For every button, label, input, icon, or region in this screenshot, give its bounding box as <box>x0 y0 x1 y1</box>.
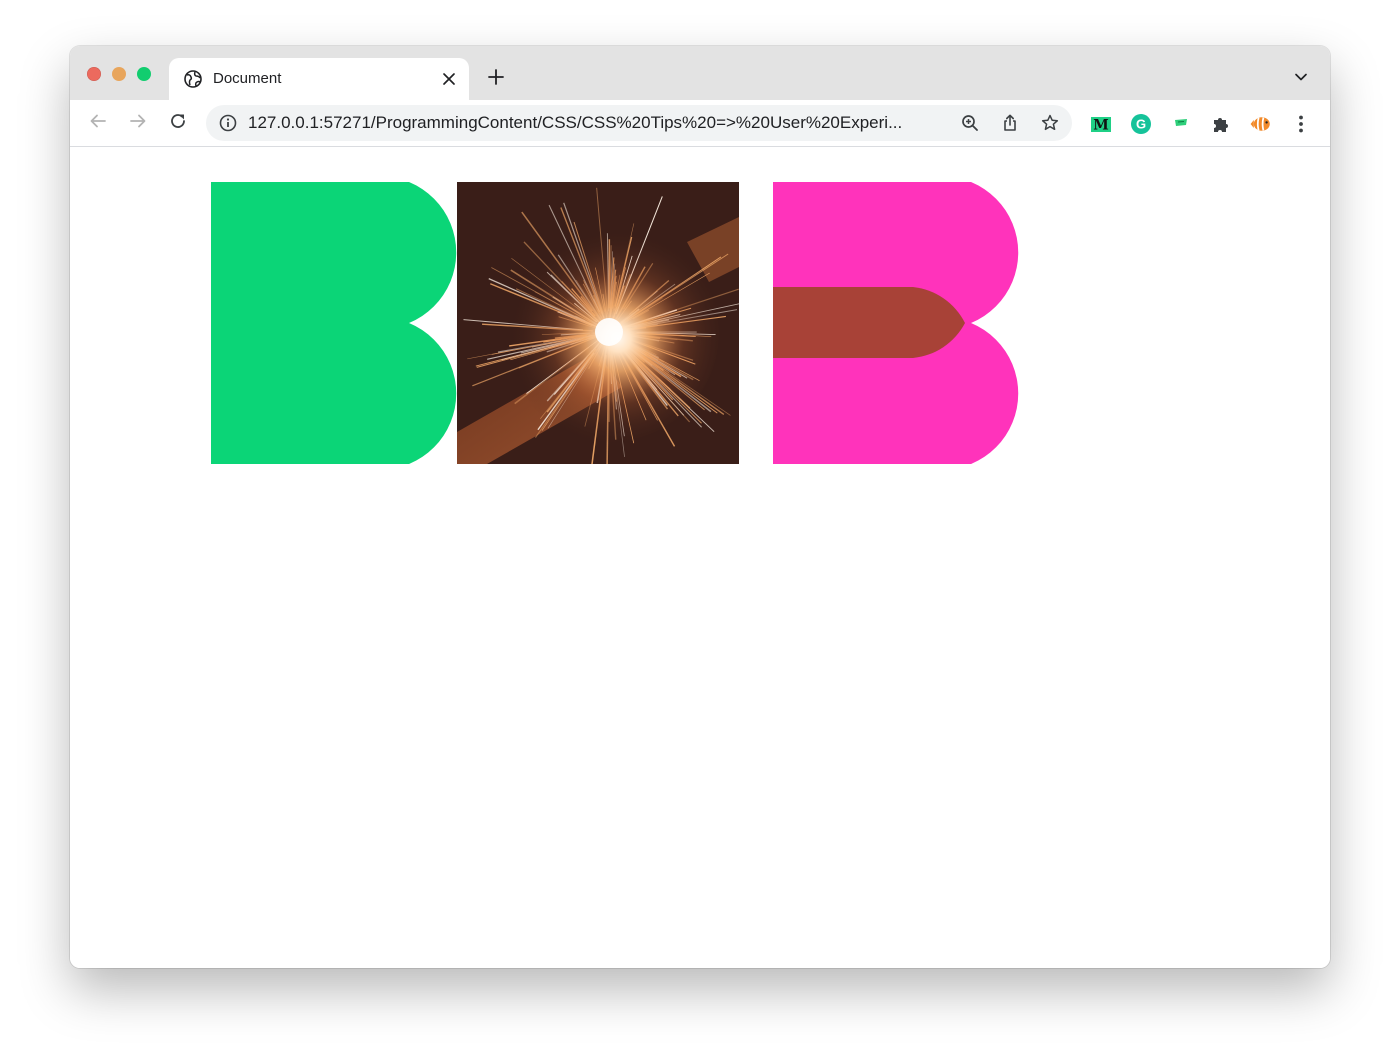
share-icon[interactable] <box>998 111 1022 135</box>
back-button[interactable] <box>83 108 113 138</box>
zoom-icon[interactable] <box>958 111 982 135</box>
tab-search-button[interactable] <box>1291 69 1311 89</box>
close-window-button[interactable] <box>87 67 101 81</box>
pink-b-shape-with-blend <box>773 182 1055 464</box>
green-b-shape <box>211 182 493 464</box>
tab-strip: Document <box>70 46 1330 100</box>
info-icon[interactable] <box>218 113 238 133</box>
reload-button[interactable] <box>163 108 193 138</box>
grammarly-label: G <box>1136 117 1146 132</box>
url-text[interactable]: 127.0.0.1:57271/ProgrammingContent/CSS/C… <box>248 113 903 133</box>
forward-button[interactable] <box>123 108 153 138</box>
medium-extension-icon[interactable]: M <box>1089 112 1113 136</box>
browser-window: Document 127.0.0.1:57271/ProgrammingCont… <box>70 46 1330 968</box>
new-tab-button[interactable] <box>485 68 507 90</box>
arrow-right-icon <box>128 111 148 136</box>
page-content <box>70 147 1330 968</box>
globe-icon <box>183 69 203 89</box>
menu-kebab-icon[interactable] <box>1289 112 1313 136</box>
chevron-down-icon <box>1294 70 1308 89</box>
close-icon[interactable] <box>439 69 459 89</box>
address-bar[interactable]: 127.0.0.1:57271/ProgrammingContent/CSS/C… <box>206 105 1072 141</box>
arrow-left-icon <box>88 111 108 136</box>
flag-extension-icon[interactable] <box>1169 112 1193 136</box>
plus-icon <box>487 68 505 91</box>
browser-toolbar: 127.0.0.1:57271/ProgrammingContent/CSS/C… <box>70 100 1330 147</box>
tab-title: Document <box>213 70 282 87</box>
medium-label: M <box>1093 118 1109 134</box>
sparkler-image <box>457 182 739 464</box>
zoom-window-button[interactable] <box>137 67 151 81</box>
star-icon[interactable] <box>1038 111 1062 135</box>
tab-document[interactable]: Document <box>169 58 469 100</box>
puzzle-extensions-icon[interactable] <box>1209 112 1233 136</box>
fish-extension-icon[interactable] <box>1249 112 1273 136</box>
reload-icon <box>168 111 188 136</box>
grammarly-extension-icon[interactable]: G <box>1129 112 1153 136</box>
minimize-window-button[interactable] <box>112 67 126 81</box>
